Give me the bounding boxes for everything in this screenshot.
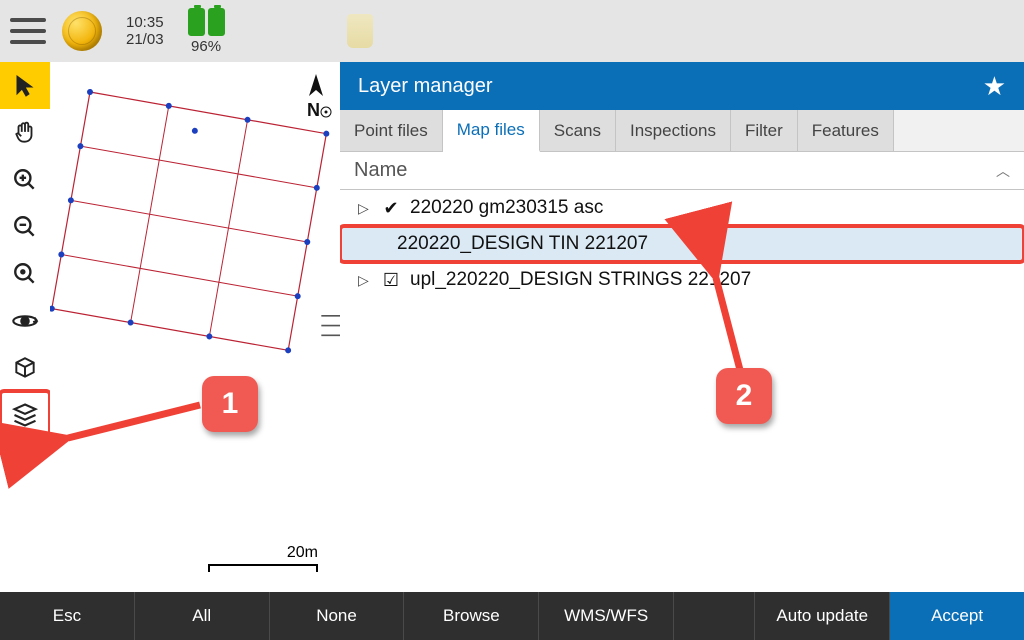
top-status-bar: 10:35 21/03 96%	[0, 0, 1024, 62]
none-button[interactable]: None	[270, 592, 405, 640]
tab-map-files[interactable]: Map files	[443, 110, 540, 152]
tab-strip: Point files Map files Scans Inspections …	[340, 110, 1024, 152]
column-name: Name	[354, 159, 407, 182]
layer-row-selected[interactable]: 220220_DESIGN TIN 221207	[340, 226, 1024, 262]
select-tool[interactable]	[0, 62, 50, 109]
layer-name: upl_220220_DESIGN STRINGS 221207	[410, 269, 751, 291]
scale-label: 20m	[287, 544, 318, 561]
auto-update-label: Auto update	[776, 607, 868, 626]
layer-name: 220220 gm230315 asc	[410, 197, 603, 219]
battery-percent: 96%	[191, 38, 221, 55]
map-canvas[interactable]: N 20m │││	[50, 62, 340, 592]
time-label: 10:35	[126, 14, 164, 31]
more-tools[interactable]	[0, 438, 50, 485]
instrument-icon[interactable]	[347, 14, 373, 48]
zoom-extents-tool[interactable]	[0, 250, 50, 297]
scale-bar: 20m	[208, 544, 318, 572]
battery-icon	[208, 8, 225, 36]
wms-wfs-button[interactable]: WMS/WFS	[539, 592, 674, 640]
visibility-check-icon[interactable]: ✔	[382, 198, 400, 219]
auto-update-button[interactable]: Auto update	[755, 592, 890, 640]
globe-icon[interactable]	[50, 0, 114, 62]
callout-1: 1	[202, 376, 258, 432]
tab-filter[interactable]: Filter	[731, 110, 798, 151]
left-toolbar	[0, 62, 50, 592]
bottom-toolbar: Esc All None Browse WMS/WFS Auto update …	[0, 592, 1024, 640]
tab-inspections[interactable]: Inspections	[616, 110, 731, 151]
all-button[interactable]: All	[135, 592, 270, 640]
north-arrow-icon: N	[298, 72, 334, 132]
battery-icon	[188, 8, 205, 36]
callout-2: 2	[716, 368, 772, 424]
sort-icon[interactable]: ︿	[996, 161, 1010, 181]
orbit-tool[interactable]	[0, 297, 50, 344]
clock-readout: 10:35 21/03	[114, 0, 176, 62]
zoom-in-tool[interactable]	[0, 156, 50, 203]
menu-icon[interactable]	[6, 0, 50, 62]
layer-row[interactable]: ▷ ☑ upl_220220_DESIGN STRINGS 221207	[340, 262, 1024, 298]
tab-features[interactable]: Features	[798, 110, 894, 151]
layer-name: 220220_DESIGN TIN 221207	[397, 233, 648, 255]
cube-tool[interactable]	[0, 344, 50, 391]
svg-text:N: N	[307, 100, 320, 120]
layer-row[interactable]: ▷ ✔ 220220 gm230315 asc	[340, 190, 1024, 226]
zoom-out-tool[interactable]	[0, 203, 50, 250]
bottom-spacer	[674, 592, 755, 640]
pan-tool[interactable]	[0, 109, 50, 156]
expand-icon[interactable]: ▷	[358, 200, 372, 217]
expand-icon[interactable]: ▷	[358, 272, 372, 289]
panel-header: Layer manager ★	[340, 62, 1024, 110]
layers-tool[interactable]	[0, 391, 50, 438]
column-header[interactable]: Name ︿	[340, 152, 1024, 190]
visibility-check-icon[interactable]: ☑	[382, 270, 400, 291]
layer-manager-panel: Layer manager ★ Point files Map files Sc…	[340, 62, 1024, 592]
layer-list: ▷ ✔ 220220 gm230315 asc 220220_DESIGN TI…	[340, 190, 1024, 592]
panel-title-text: Layer manager	[358, 75, 493, 98]
accept-button[interactable]: Accept	[890, 592, 1024, 640]
esc-button[interactable]: Esc	[0, 592, 135, 640]
tab-point-files[interactable]: Point files	[340, 110, 443, 151]
tab-scans[interactable]: Scans	[540, 110, 616, 151]
favorite-icon[interactable]: ★	[983, 71, 1006, 102]
battery-status: 96%	[176, 0, 237, 62]
survey-drawing	[50, 62, 340, 592]
date-label: 21/03	[126, 31, 164, 48]
browse-button[interactable]: Browse	[404, 592, 539, 640]
